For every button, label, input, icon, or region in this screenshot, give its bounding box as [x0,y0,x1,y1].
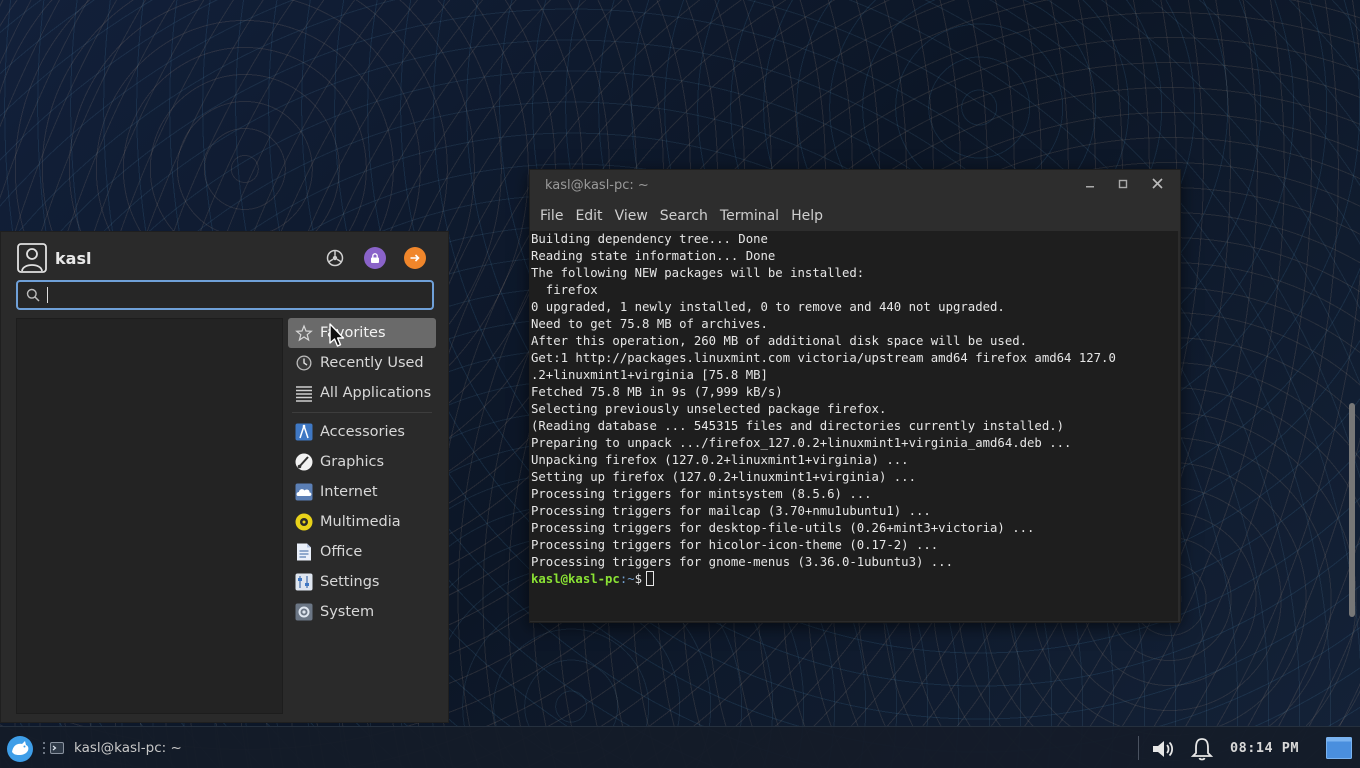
search-input[interactable] [46,287,406,303]
terminal-line: Selecting previously unselected package … [531,402,887,416]
prompt-symbol: $ [634,572,643,586]
taskbar-item-label: kasl@kasl-pc: ~ [74,740,182,756]
system-icon [295,603,313,621]
terminal-window[interactable]: kasl@kasl-pc: ~ File Edit View Search Te… [529,169,1181,623]
terminal-line: Get:1 http://packages.linuxmint.com vict… [531,351,1116,365]
category-system[interactable]: System [288,597,436,627]
category-separator [292,412,432,413]
prompt-path: :~ [619,572,635,586]
terminal-line: Setting up firefox (127.0.2+linuxmint1+v… [531,470,916,484]
list-icon [296,386,312,402]
category-label: Recently Used [320,355,424,371]
minimize-icon[interactable] [1079,176,1101,194]
category-settings[interactable]: Settings [288,567,436,597]
category-graphics[interactable]: Graphics [288,447,436,477]
search-icon [26,288,40,302]
menu-help[interactable]: Help [785,208,829,224]
terminal-line: Processing triggers for hicolor-icon-the… [531,538,939,552]
category-office[interactable]: Office [288,537,436,567]
clock[interactable]: 08:14 PM [1230,740,1299,756]
terminal-line: .2+linuxmint1+virginia [75.8 MB] [531,368,768,382]
category-accessories[interactable]: Accessories [288,417,436,447]
settings-manager-icon[interactable] [324,247,346,269]
graphics-icon [295,453,313,471]
terminal-line: Need to get 75.8 MB of archives. [531,317,768,331]
category-label: Accessories [320,424,405,440]
tray-separator [1138,736,1139,760]
maximize-icon[interactable] [1112,176,1134,194]
star-icon [295,324,313,342]
terminal-line: Preparing to unpack .../firefox_127.0.2+… [531,436,1072,450]
terminal-scrollbar[interactable] [1166,231,1178,621]
menu-edit[interactable]: Edit [569,208,608,224]
terminal-prompt-line[interactable]: kasl@kasl-pc:~$ [531,571,1166,588]
menu-terminal[interactable]: Terminal [714,208,785,224]
user-header: kasl [17,243,91,273]
application-list[interactable] [16,318,283,714]
terminal-line: Processing triggers for desktop-file-uti… [531,521,1035,535]
terminal-line: Processing triggers for mailcap (3.70+nm… [531,504,931,518]
close-icon[interactable] [1146,176,1168,194]
volume-icon[interactable] [1149,735,1177,763]
terminal-cursor [646,571,655,586]
text-caret [47,287,48,303]
category-label: Multimedia [320,514,401,530]
whisker-menu-button-icon[interactable] [5,735,35,763]
terminal-line: Fetched 75.8 MB in 9s (7,999 kB/s) [531,385,783,399]
drag-handle-icon[interactable] [41,740,47,756]
menu-view[interactable]: View [609,208,654,224]
terminal-line: firefox [531,283,598,297]
terminal-line: (Reading database ... 545315 files and d… [531,419,1065,433]
log-out-icon[interactable] [404,247,426,269]
category-favorites[interactable]: Favorites [288,318,436,348]
taskbar: kasl@kasl-pc: ~ 08:14 PM [0,726,1360,768]
clock-icon [296,355,312,371]
terminal-line: Reading state information... Done [531,249,776,263]
office-icon [297,543,311,561]
category-multimedia[interactable]: Multimedia [288,507,436,537]
terminal-title: kasl@kasl-pc: ~ [545,178,649,193]
lock-screen-icon[interactable] [364,247,386,269]
multimedia-icon [295,513,313,531]
category-label: Office [320,544,363,560]
username: kasl [55,248,92,268]
terminal-line: Processing triggers for mintsystem (8.5.… [531,487,872,501]
terminal-line: Processing triggers for gnome-menus (3.3… [531,555,953,569]
terminal-line: Unpacking firefox (127.0.2+linuxmint1+vi… [531,453,909,467]
internet-icon [295,483,313,501]
prompt-user: kasl@kasl-pc [531,572,620,586]
search-field[interactable] [16,280,434,310]
terminal-line: The following NEW packages will be insta… [531,266,865,280]
terminal-app-icon [50,742,64,754]
menu-search[interactable]: Search [654,208,714,224]
terminal-scrollbar-thumb[interactable] [1349,403,1355,617]
category-label: Favorites [320,325,386,341]
category-all-applications[interactable]: All Applications [288,378,436,408]
show-desktop-icon[interactable] [1326,737,1352,759]
category-internet[interactable]: Internet [288,477,436,507]
category-recently-used[interactable]: Recently Used [288,348,436,378]
category-label: Graphics [320,454,385,470]
category-label: All Applications [320,385,432,401]
category-label: Settings [320,574,380,590]
taskbar-item-terminal[interactable]: kasl@kasl-pc: ~ [50,735,182,761]
whisker-menu: kasl Favorites Recently Used All Applica… [0,231,449,723]
category-label: Internet [320,484,378,500]
terminal-output[interactable]: Building dependency tree... Done Reading… [530,231,1166,621]
menu-file[interactable]: File [534,208,569,224]
category-list: Favorites Recently Used All Applications… [288,318,436,627]
notification-bell-icon[interactable] [1188,735,1216,763]
category-label: System [320,604,375,620]
settings-icon [295,573,313,591]
avatar [17,243,47,273]
terminal-line: Building dependency tree... Done [531,232,768,246]
terminal-titlebar[interactable]: kasl@kasl-pc: ~ [530,170,1180,201]
terminal-menubar: File Edit View Search Terminal Help [530,201,1180,231]
accessories-icon [295,423,313,441]
terminal-line: 0 upgraded, 1 newly installed, 0 to remo… [531,300,1005,314]
terminal-line: After this operation, 260 MB of addition… [531,334,1028,348]
